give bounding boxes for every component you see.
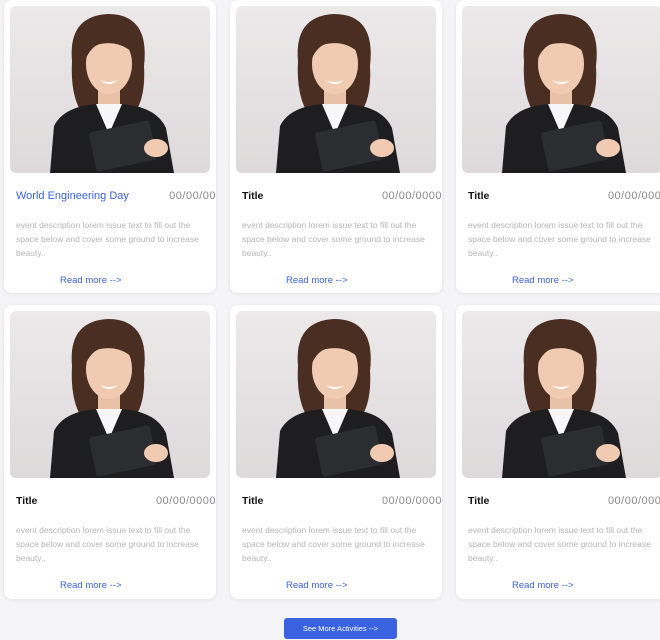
card-meta: Title 00/00/0000 (242, 495, 442, 507)
card-meta: Title 00/00/0000 (242, 190, 442, 202)
person-image (276, 14, 400, 173)
card-description: event description lorem issue text to fi… (468, 220, 651, 258)
card-date: 00/00/0000 (607, 495, 660, 507)
activity-card: Title 00/00/0000 event description lorem… (456, 0, 660, 293)
card-meta: Title 00/00/0000 (468, 495, 660, 507)
activity-card: Title 00/00/0000 event description lorem… (4, 305, 216, 599)
activity-card: Title 00/00/0000 event description lorem… (230, 0, 442, 293)
card-title: Title (242, 190, 264, 202)
card-meta: Title 00/00/0000 (468, 190, 660, 202)
card-title: Title (468, 495, 490, 507)
card-date: 00/00/0000 (381, 495, 442, 507)
card-title: Title (242, 495, 264, 507)
card-description: event description lorem issue text to fi… (16, 525, 199, 563)
activity-card: Title 00/00/0000 event description lorem… (456, 305, 660, 599)
person-image (502, 14, 626, 173)
read-more-link[interactable]: Read more --> (60, 275, 122, 286)
activity-photo (236, 6, 436, 173)
see-more-activities-button[interactable]: See More Activities --> (284, 618, 397, 639)
card-description: event description lorem issue text to fi… (16, 220, 199, 258)
card-date: 00/00/0000 (381, 190, 442, 202)
card-meta: Title 00/00/0000 (16, 495, 216, 507)
activity-photo (462, 6, 660, 173)
read-more-link[interactable]: Read more --> (512, 275, 574, 286)
card-description: event description lorem issue text to fi… (242, 525, 425, 563)
activities-page: World Engineering Day 00/00/00 event des… (0, 0, 660, 640)
card-title: Title (16, 495, 38, 507)
card-title: Title (468, 190, 490, 202)
activity-grid: World Engineering Day 00/00/00 event des… (4, 0, 660, 599)
activity-photo (236, 311, 436, 478)
card-date: 00/00/00 (169, 190, 216, 202)
card-date: 00/00/0000 (607, 190, 660, 202)
read-more-link[interactable]: Read more --> (60, 580, 122, 591)
read-more-link[interactable]: Read more --> (286, 580, 348, 591)
card-description: event description lorem issue text to fi… (242, 220, 425, 258)
activity-photo (462, 311, 660, 478)
person-image (50, 14, 174, 173)
read-more-link[interactable]: Read more --> (286, 275, 348, 286)
card-title: World Engineering Day (16, 190, 129, 202)
card-meta: World Engineering Day 00/00/00 (16, 190, 216, 202)
activity-card: Title 00/00/0000 event description lorem… (230, 305, 442, 599)
card-description: event description lorem issue text to fi… (468, 525, 651, 563)
person-image (502, 319, 626, 478)
person-image (50, 319, 174, 478)
activity-card: World Engineering Day 00/00/00 event des… (4, 0, 216, 293)
card-date: 00/00/0000 (155, 495, 216, 507)
activity-photo (10, 311, 210, 478)
activity-photo (10, 6, 210, 173)
person-image (276, 319, 400, 478)
read-more-link[interactable]: Read more --> (512, 580, 574, 591)
